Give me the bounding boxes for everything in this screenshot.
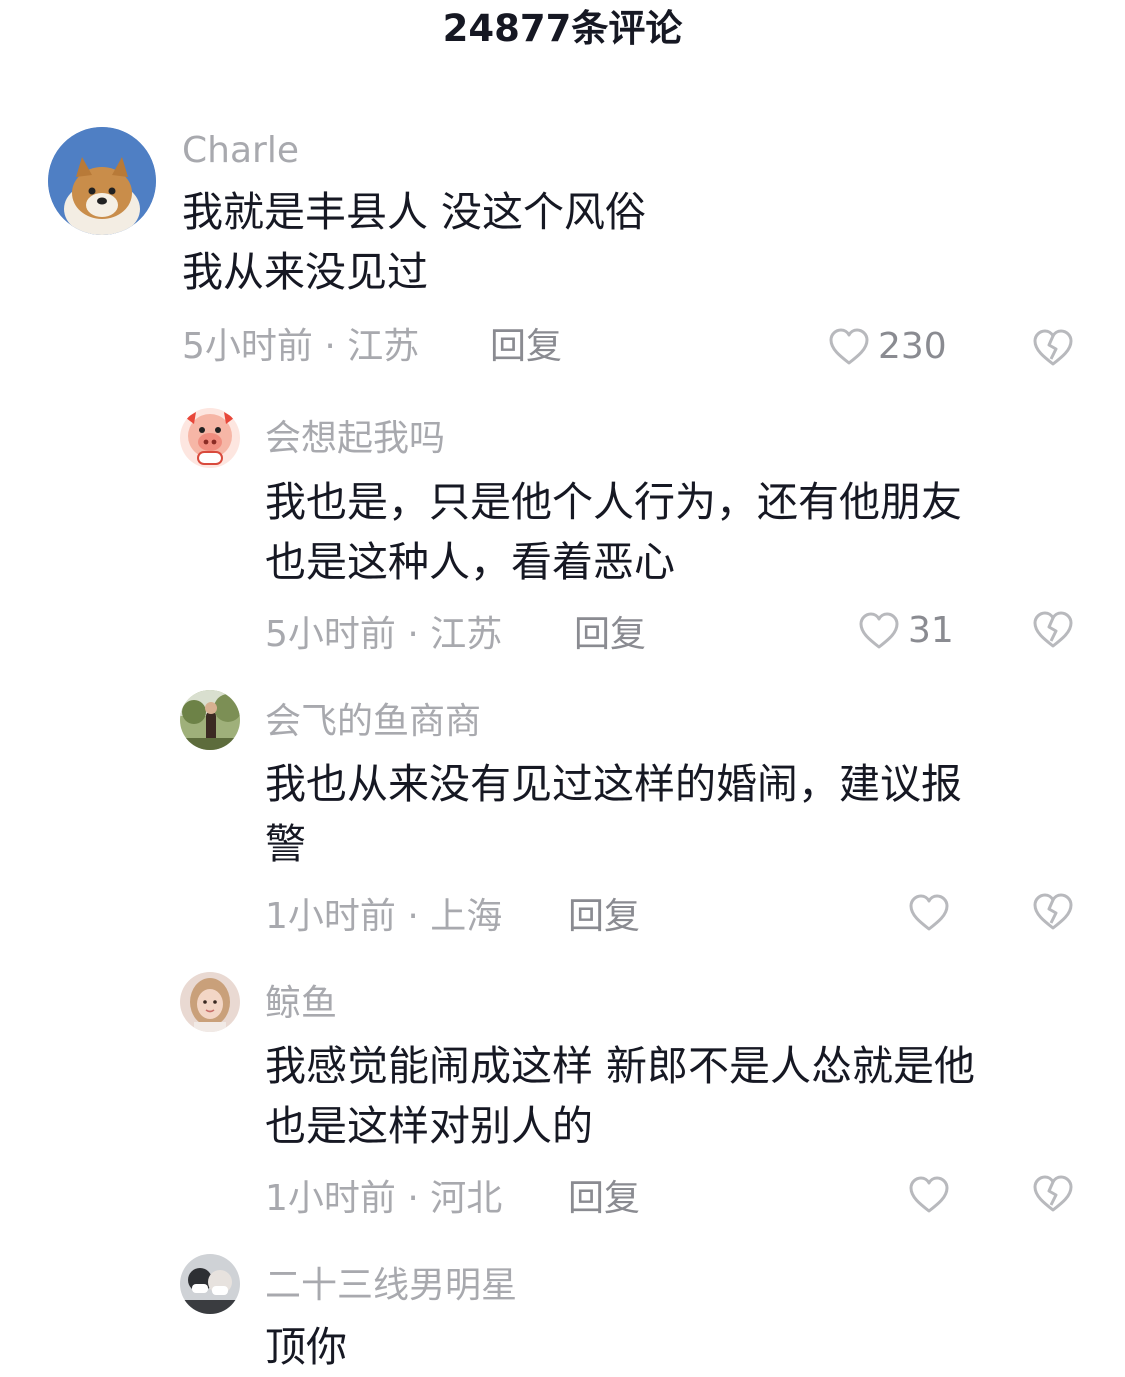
broken-heart-icon[interactable] bbox=[1032, 327, 1074, 369]
comment-text-line: 我也是，只是他个人行为，还有他朋友 bbox=[265, 478, 962, 526]
reply-button[interactable]: 回复 bbox=[568, 895, 640, 939]
broken-heart-icon[interactable] bbox=[1032, 891, 1074, 933]
comment-text: 我也是，只是他个人行为，还有他朋友 也是这种人，看着恶心 bbox=[265, 472, 962, 592]
reply-button[interactable]: 回复 bbox=[490, 325, 562, 369]
reply-button[interactable]: 回复 bbox=[568, 1177, 640, 1221]
like-button[interactable]: 31 bbox=[858, 609, 954, 653]
outdoor-person-avatar[interactable] bbox=[180, 690, 240, 750]
comment-text-line: 也是这种人，看着恶心 bbox=[265, 538, 675, 586]
cartoon-pig-avatar[interactable] bbox=[180, 408, 240, 468]
comment-text-line: 我也从来没有见过这样的婚闹，建议报 bbox=[265, 760, 962, 808]
heart-outline-icon bbox=[829, 328, 869, 365]
comment-username[interactable]: 二十三线男明星 bbox=[265, 1264, 517, 1308]
comment-time-location: 1小时前 · 上海 bbox=[265, 896, 503, 937]
couple-mask-avatar[interactable] bbox=[180, 1254, 240, 1314]
like-count: 230 bbox=[878, 326, 947, 367]
comment-text-line: 我从来没见过 bbox=[182, 248, 428, 296]
comment-username[interactable]: 鲸鱼 bbox=[265, 982, 337, 1026]
heart-outline-icon bbox=[909, 1176, 949, 1213]
like-button[interactable]: 230 bbox=[828, 325, 947, 369]
comment-text: 顶你 bbox=[265, 1317, 347, 1377]
girl-portrait-avatar[interactable] bbox=[180, 972, 240, 1032]
comment-username[interactable]: 会想起我吗 bbox=[265, 417, 445, 461]
comment-text-line: 警 bbox=[265, 820, 306, 868]
like-button[interactable] bbox=[908, 891, 950, 935]
comment-time-location: 1小时前 · 河北 bbox=[265, 1178, 503, 1219]
heart-outline-icon bbox=[909, 894, 949, 931]
comment-time-location: 5小时前 · 江苏 bbox=[182, 326, 420, 367]
comment-count-title: 24877条评论 bbox=[442, 7, 683, 50]
comment-username[interactable]: Charle bbox=[182, 129, 299, 173]
comment-text-line: 也是这样对别人的 bbox=[265, 1102, 593, 1150]
like-button[interactable] bbox=[908, 1173, 950, 1217]
comment-text-line: 我感觉能闹成这样 新郎不是人怂就是他 bbox=[265, 1042, 976, 1090]
comment-text: 我也从来没有见过这样的婚闹，建议报 警 bbox=[265, 754, 962, 874]
comment-username[interactable]: 会飞的鱼商商 bbox=[265, 700, 481, 744]
comment-time-location: 5小时前 · 江苏 bbox=[265, 614, 503, 655]
broken-heart-icon[interactable] bbox=[1032, 1173, 1074, 1215]
comment-text-line: 顶你 bbox=[265, 1323, 347, 1371]
reply-button[interactable]: 回复 bbox=[574, 613, 646, 657]
comment-text: 我就是丰县人 没这个风俗 我从来没见过 bbox=[182, 182, 646, 302]
comment-text-line: 我就是丰县人 没这个风俗 bbox=[182, 188, 647, 236]
broken-heart-icon[interactable] bbox=[1032, 609, 1074, 651]
comment-text: 我感觉能闹成这样 新郎不是人怂就是他 也是这样对别人的 bbox=[265, 1036, 975, 1156]
shiba-dog-avatar[interactable] bbox=[48, 127, 156, 235]
like-count: 31 bbox=[908, 610, 954, 651]
heart-outline-icon bbox=[859, 612, 899, 649]
